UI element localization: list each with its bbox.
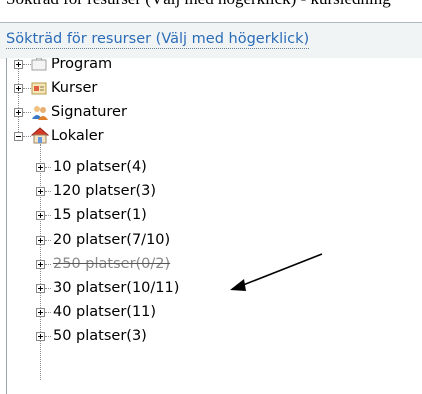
annotation-arrow-icon — [230, 253, 323, 291]
